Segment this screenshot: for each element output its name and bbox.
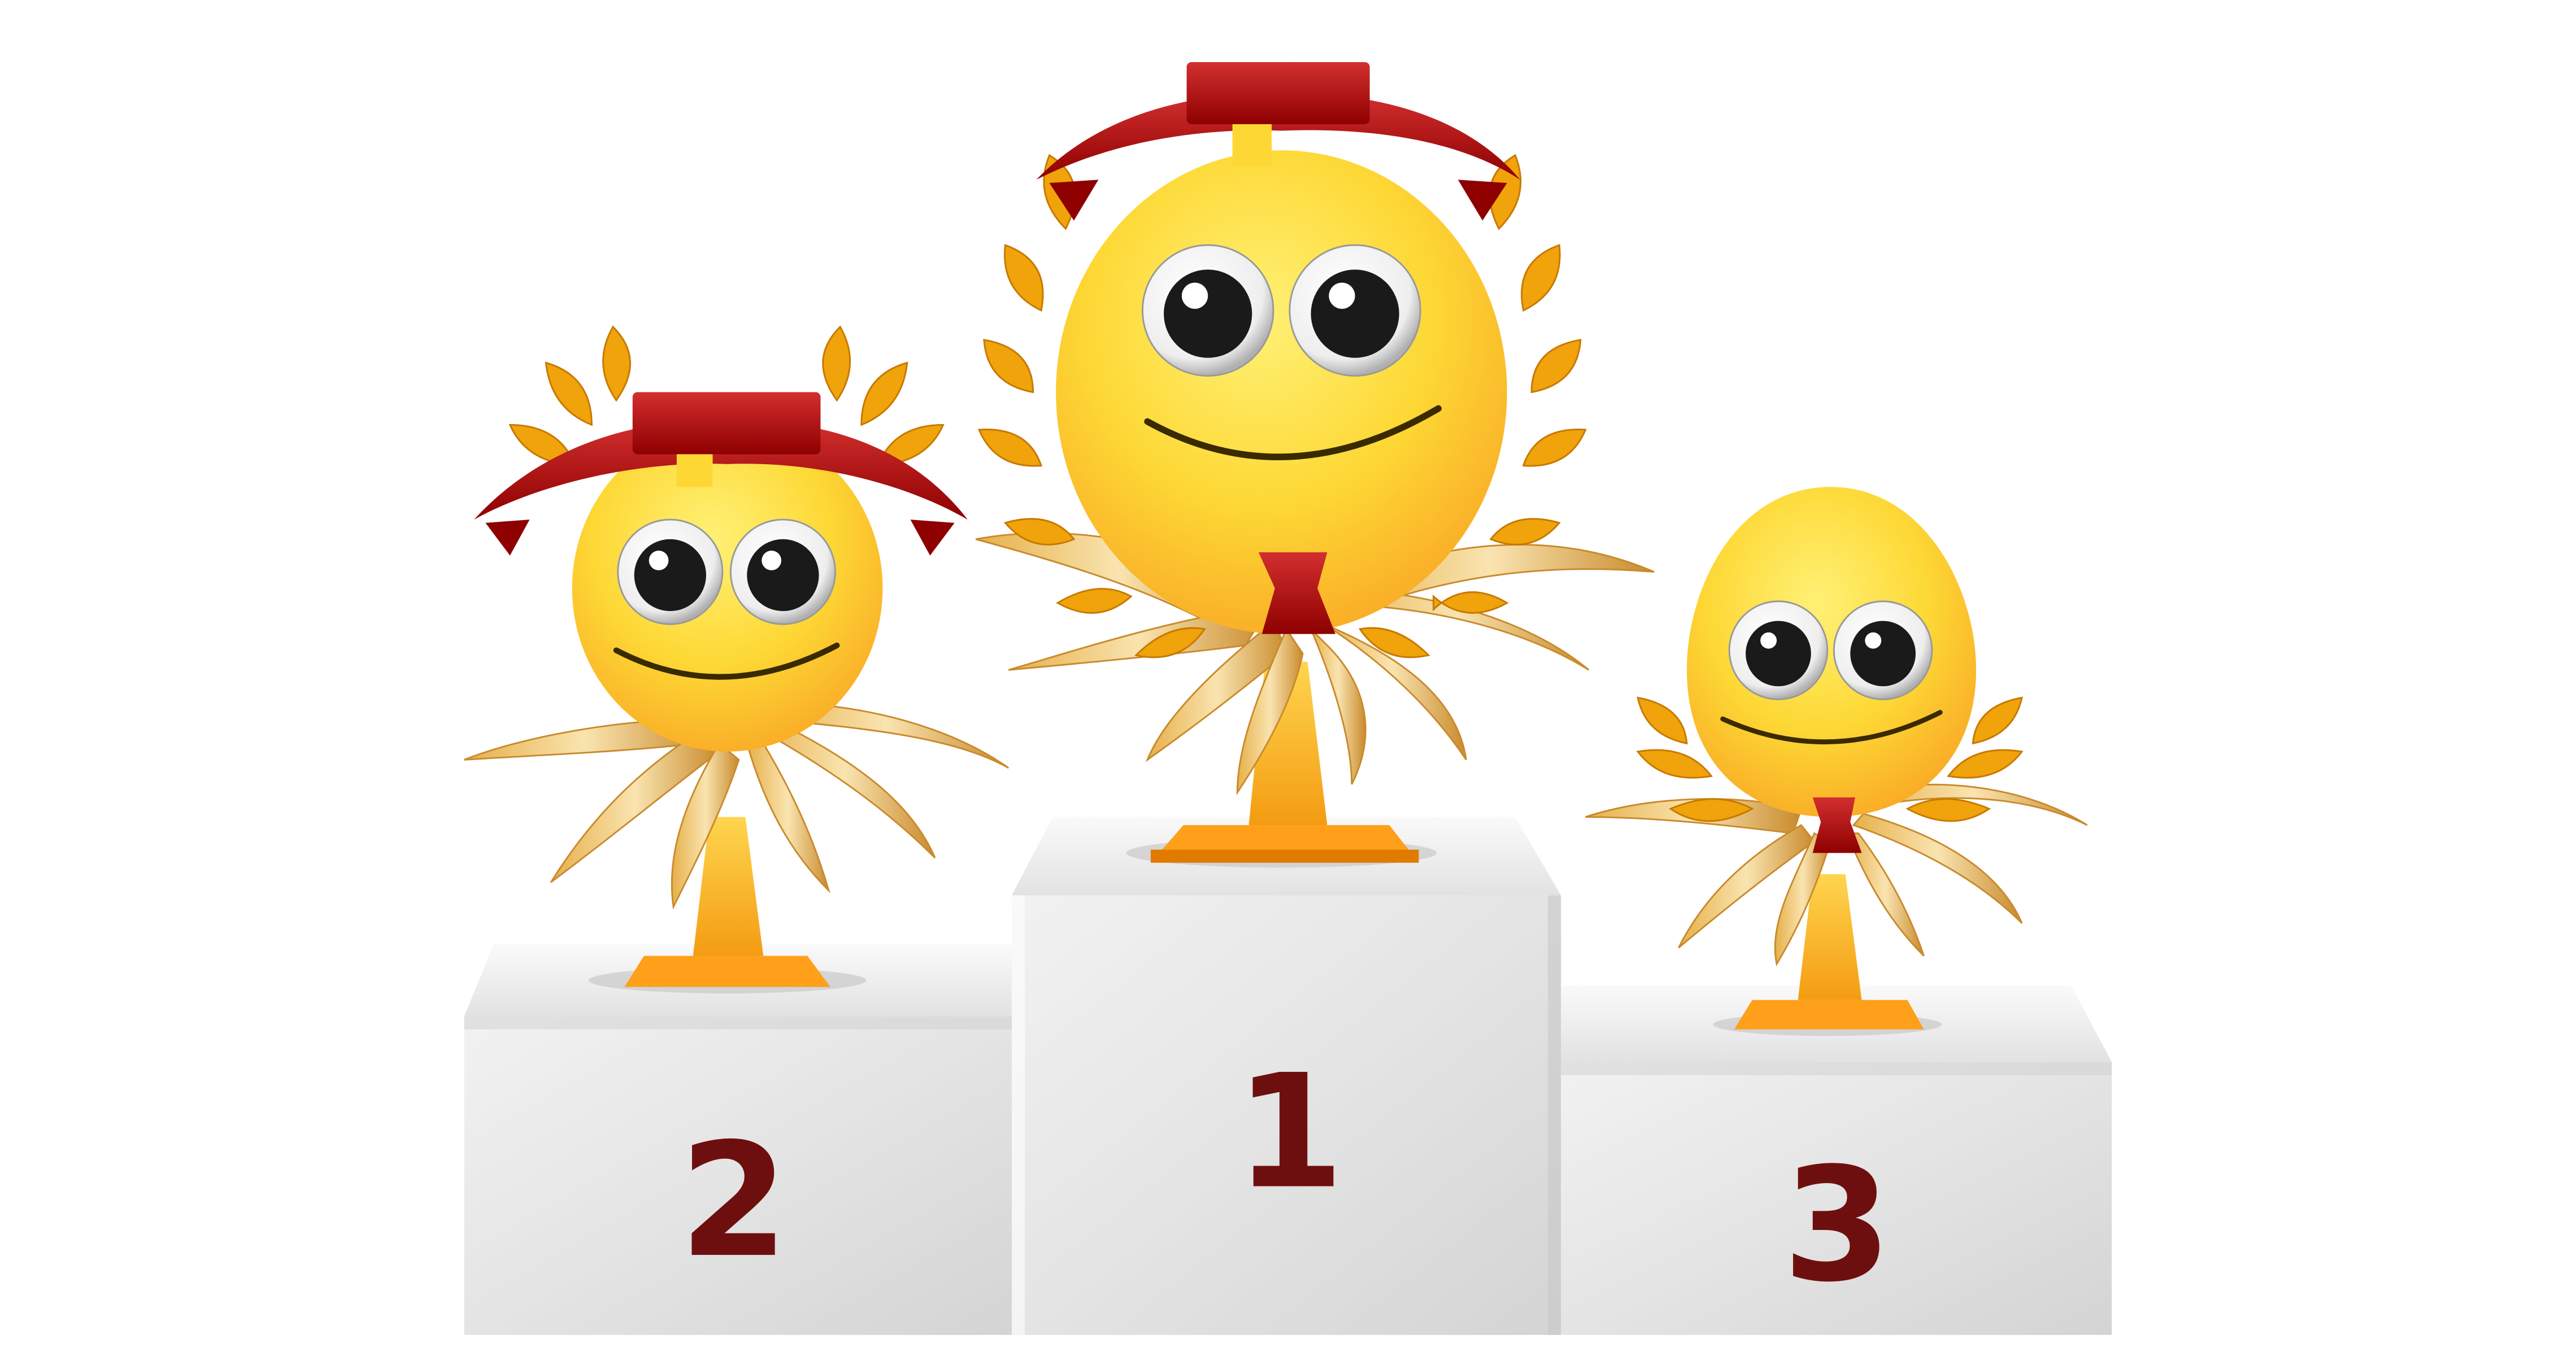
podium-scene: 2 1 3 <box>464 62 2112 1335</box>
place-number-third: 3 <box>1783 1133 1892 1316</box>
trophy-third-place <box>1585 487 2088 1029</box>
trophy-first-place <box>975 62 1655 863</box>
place-number-first: 1 <box>1235 1041 1344 1224</box>
place-number-second: 2 <box>680 1109 789 1292</box>
emoji-face-icon <box>572 425 883 752</box>
trophy-second-place <box>464 325 1009 987</box>
